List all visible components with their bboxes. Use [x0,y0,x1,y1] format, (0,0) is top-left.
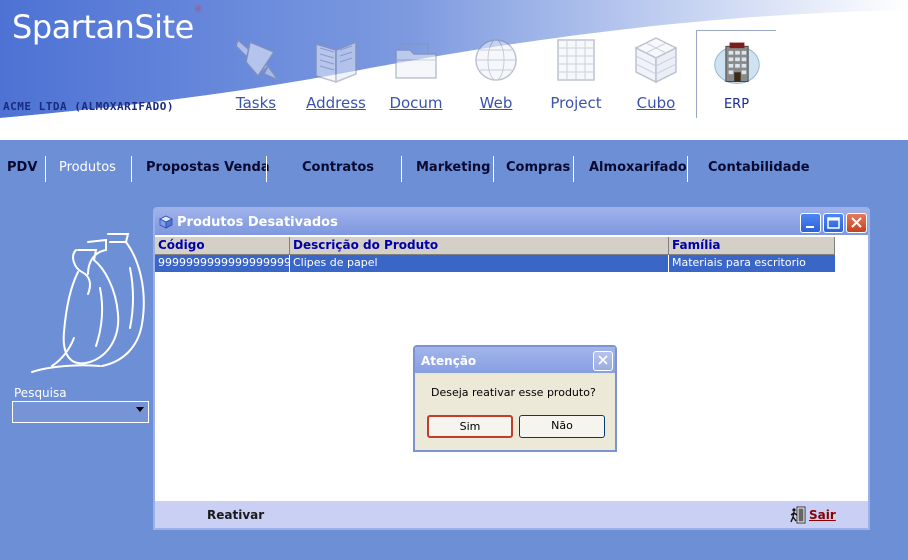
window-title: Produtos Desativados [177,215,338,230]
module-project[interactable]: Project [538,32,614,116]
module-cubo[interactable]: Cubo [618,32,694,116]
tasks-icon [235,38,281,82]
grid-header: Código Descrição do Produto Família [155,237,835,255]
minimize-icon [806,226,814,228]
menu-separator [573,156,574,182]
maximize-button[interactable] [823,213,844,233]
column-header-familia[interactable]: Família [669,237,835,255]
dialog-message: Deseja reativar esse produto? [431,386,596,399]
module-label: Project [550,94,602,112]
column-header-descricao[interactable]: Descrição do Produto [290,237,669,255]
cell-descricao: Clipes de papel [290,255,669,272]
reactivate-button[interactable]: Reativar [207,508,264,522]
menu-item-contabilidade[interactable]: Contabilidade [708,160,810,175]
brand-logo: SpartanSite® [12,5,203,46]
module-erp[interactable]: ERP [696,30,776,118]
window-app-icon [159,215,173,229]
menu-item-compras[interactable]: Compras [506,160,570,175]
minimize-button[interactable] [800,213,821,233]
address-book-icon [315,40,357,84]
close-button[interactable] [846,213,867,233]
module-tasks[interactable]: Tasks [218,32,294,116]
main-menu: PDV Produtos Propostas Venda Contratos M… [0,150,908,188]
dialog-title: Atenção [421,354,477,368]
module-docum[interactable]: Docum [378,32,454,116]
exit-door-icon [790,506,806,524]
attention-dialog: Atenção Deseja reativar esse produto? Si… [413,345,617,452]
vase-illustration [31,233,145,373]
search-label: Pesquisa [14,386,67,400]
search-select[interactable] [12,401,149,423]
module-address[interactable]: Address [298,32,374,116]
menu-item-pdv[interactable]: PDV [7,160,37,175]
window-titlebar[interactable]: Produtos Desativados [155,209,868,235]
module-label: Cubo [636,94,676,112]
top-header: SpartanSite® ACME LTDA (ALMOXARIFADO) Ta… [0,0,908,140]
module-label: Address [306,94,366,112]
table-row[interactable]: 99999999999999999999 Clipes de papel Mat… [155,255,835,272]
menu-separator [401,156,402,182]
module-label: Docum [389,94,443,112]
menu-item-propostas-venda[interactable]: Propostas Venda [146,160,270,175]
menu-separator [131,156,132,182]
module-label: ERP [723,97,750,112]
module-web[interactable]: Web [458,32,534,116]
folder-icon [395,43,437,79]
menu-item-almoxarifado[interactable]: Almoxarifado [589,160,687,175]
exit-label: Sair [809,508,836,522]
close-icon [851,217,862,228]
menu-item-produtos[interactable]: Produtos [59,160,116,175]
cell-codigo: 99999999999999999999 [155,255,290,272]
module-label: Tasks [235,94,277,112]
menu-separator [266,156,267,182]
building-icon [713,42,760,84]
column-header-codigo[interactable]: Código [155,237,290,255]
globe-icon [475,39,517,81]
cell-familia: Materiais para escritorio [672,256,806,269]
project-icon [557,39,595,81]
exit-button[interactable]: Sair [789,505,836,525]
dialog-titlebar[interactable]: Atenção [415,347,615,373]
maximize-icon [827,217,840,229]
menu-item-contratos[interactable]: Contratos [302,160,374,175]
yes-button[interactable]: Sim [427,415,513,438]
chevron-down-icon[interactable] [136,407,144,412]
cube-icon [634,37,678,84]
dialog-close-button[interactable] [593,351,613,371]
menu-separator [687,156,688,182]
menu-item-marketing[interactable]: Marketing [416,160,490,175]
module-label: Web [479,94,513,112]
menu-separator [45,156,46,182]
no-button[interactable]: Não [519,415,605,438]
menu-separator [493,156,494,182]
window-footer: Reativar Sair [155,501,868,528]
close-icon [598,355,608,365]
company-name: ACME LTDA (ALMOXARIFADO) [3,100,174,113]
